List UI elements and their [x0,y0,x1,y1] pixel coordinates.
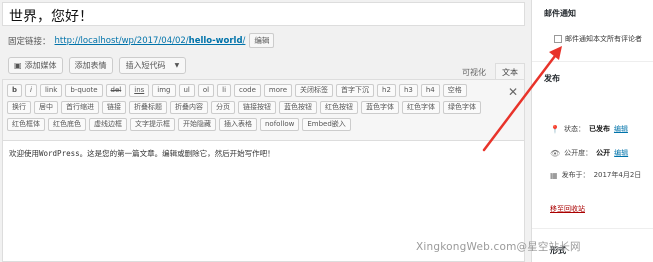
quicktag-button[interactable]: 开始隐藏 [178,118,216,131]
quicktag-button[interactable]: 居中 [34,101,58,114]
quicktag-button[interactable]: 虚线边框 [89,118,127,131]
permalink-link[interactable]: http://localhost/wp/2017/04/02/hello-wor… [55,36,246,46]
quicktag-button[interactable]: 蓝色字体 [361,101,399,114]
publish-title: 发布 [544,74,560,83]
add-media-button[interactable]: ▣ 添加媒体 [8,57,63,74]
move-to-trash-link[interactable]: 移至回收站 [550,204,585,214]
quicktag-button[interactable]: 空格 [442,84,467,97]
quicktag-button[interactable]: 链接按钮 [238,101,276,114]
quicktag-button[interactable]: 折叠内容 [170,101,208,114]
insert-shortcode-label: 插入短代码 [125,61,166,70]
permalink-base: http://localhost/wp/2017/04/02/ [54,35,189,46]
quicktag-button[interactable]: img [152,84,176,97]
permalink-tail: / [242,35,246,46]
quicktag-button[interactable]: 蓝色按钮 [279,101,317,114]
quicktag-button[interactable]: del [105,84,127,97]
mail-notify-title: 邮件通知 [544,9,576,18]
media-icon: ▣ [14,61,22,70]
quicktag-button[interactable]: 首字下沉 [336,84,375,97]
quicktag-button[interactable]: Embed嵌入 [302,118,351,131]
eye-icon: 👁 [550,148,561,158]
editor-content[interactable]: 欢迎使用WordPress。这是您的第一篇文章。编辑或删除它，然后开始写作吧！ [9,148,275,159]
status-edit-link[interactable]: 编辑 [614,124,628,134]
sidebar: 邮件通知 邮件通知本文所有评论者 发布 📍 状态： 已发布 编辑 👁 公开度： … [531,0,653,262]
visibility-row: 👁 公开度： 公开 编辑 [550,148,628,158]
quicktag-button[interactable]: more [263,84,293,97]
quicktags-row-3: 红色框体 红色底色 虚线边框 文字提示框 开始隐藏 插入表格 nofollow Embed嵌入 [7,118,520,131]
quicktag-button[interactable]: nofollow [260,118,300,131]
quicktag-button[interactable]: h4 [420,84,440,97]
quicktag-button[interactable]: 分页 [211,101,235,114]
chevron-down-icon: ▼ [174,62,180,69]
quicktag-button[interactable]: b-quote [65,84,103,97]
permalink-slug: hello-world [188,35,243,46]
insert-shortcode-select[interactable]: 插入短代码 ▼ [118,57,187,74]
quicktag-button[interactable]: ul [178,84,195,97]
quicktag-button[interactable]: 插入表格 [219,118,257,131]
notify-row: 邮件通知本文所有评论者 [554,34,642,44]
divider [532,228,653,229]
quicktag-button[interactable]: code [234,84,261,97]
quicktag-button[interactable]: ins [129,84,150,97]
add-media-label: 添加媒体 [24,61,57,70]
watermark: XingkongWeb.com@星空站长网 [416,241,581,253]
visibility-value: 公开 [596,149,611,157]
quicktag-button[interactable]: 首行缩进 [61,101,99,114]
add-emoji-label: 添加表情 [74,61,107,70]
quicktag-button[interactable]: 红色字体 [402,101,440,114]
quicktag-button[interactable]: 文字提示框 [130,118,175,131]
permalink-row: 固定链接： http://localhost/wp/2017/04/02/hel… [8,33,275,48]
quicktag-button[interactable]: 折叠标题 [129,101,167,114]
quicktag-button[interactable]: 红色框体 [7,118,45,131]
status-row: 📍 状态： 已发布 编辑 [550,124,628,134]
quicktag-button[interactable]: 换行 [7,101,31,114]
quicktags-toolbar: b i link b-quote del ins img ul ol li code more 关闭标签… [3,80,524,141]
published-value: 2017年4月2日 [593,171,642,179]
post-title-input[interactable]: 世界，您好！ [2,2,525,26]
quicktags-row-1: b i link b-quote del ins img ul ol li code more 关闭标签… [7,84,520,97]
mail-notify-box: 邮件通知 邮件通知本文所有评论者 [532,0,653,62]
status-value: 已发布 [588,125,610,133]
media-toolbar: ▣ 添加媒体 添加表情 插入短代码 ▼ [8,57,187,74]
pin-icon: 📍 [550,124,560,134]
permalink-label: 固定链接： [8,36,51,47]
quicktag-button[interactable]: i [25,84,37,97]
quicktag-button[interactable]: 红色底色 [48,118,86,131]
quicktag-button[interactable]: h3 [398,84,418,97]
status-label: 状态： [563,125,585,133]
notify-label: 邮件通知本文所有评论者 [565,35,642,43]
permalink-edit-button[interactable]: 编辑 [249,33,275,48]
quicktag-button[interactable]: 关闭标签 [295,84,334,97]
add-emoji-button[interactable]: 添加表情 [68,57,113,74]
notify-checkbox[interactable] [554,35,562,43]
quicktag-button[interactable]: 绿色字体 [443,101,481,114]
quicktag-button[interactable]: 红色按钮 [320,101,358,114]
quicktag-button[interactable]: b [7,84,23,97]
quicktag-button[interactable]: 链接 [102,101,126,114]
visibility-edit-link[interactable]: 编辑 [614,148,628,158]
quicktags-row-2: 换行 居中 首行缩进 链接 折叠标题 折叠内容 分页 链接按钮 蓝色按钮 红色按钮 蓝色字体 红色字体… [7,101,520,114]
editor-column: 世界，您好！ 固定链接： http://localhost/wp/2017/04… [0,0,527,262]
fullscreen-icon[interactable]: ✕ [508,85,518,99]
quicktag-button[interactable]: h2 [377,84,396,97]
text-editor: b i link b-quote del ins img ul ol li code more 关闭标签… [2,79,525,262]
visibility-label: 公开度： [564,149,593,157]
published-row: ▦ 发布于： 2017年4月2日 [550,170,641,180]
quicktag-button[interactable]: li [217,84,232,97]
calendar-icon: ▦ [550,170,558,180]
quicktag-button[interactable]: link [39,84,63,97]
published-label: 发布于： [561,171,590,179]
quicktag-button[interactable]: ol [197,84,215,97]
